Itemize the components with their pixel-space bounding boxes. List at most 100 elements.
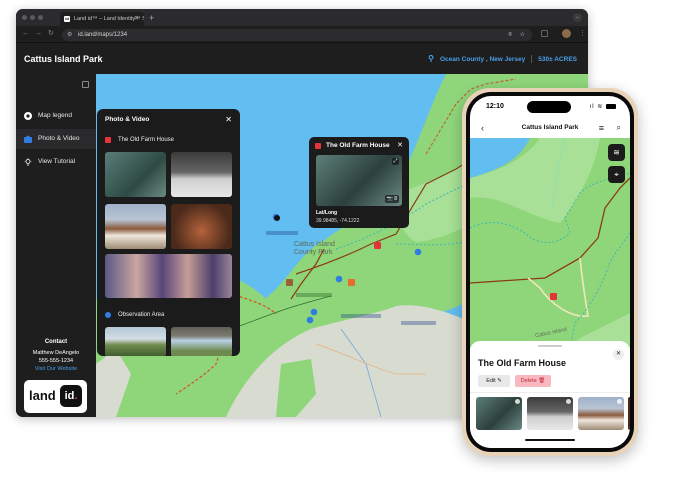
house-icon [105, 137, 111, 143]
close-popup-icon[interactable]: ✕ [397, 140, 403, 152]
website-link[interactable]: Visit Our Website [16, 365, 96, 373]
photo-thumbnail[interactable] [171, 152, 232, 197]
battery-icon [606, 103, 616, 109]
latlong-label: Lat/Long [316, 210, 338, 216]
status-icons: ıl ≋ [590, 103, 616, 110]
delete-button[interactable]: Delete 🗑 [515, 375, 551, 387]
photo-video-panel: Photo & Video ✕ The Old Farm House Obser… [97, 109, 240, 356]
house-icon [315, 143, 321, 149]
view-icon[interactable] [617, 399, 622, 404]
label-box [266, 231, 298, 235]
location-icon[interactable]: ⌾ [508, 29, 512, 41]
panel-title: Photo & Video [105, 116, 150, 123]
camera-icon [105, 312, 111, 318]
photo-thumbnail[interactable] [105, 254, 232, 298]
photo-thumbnail[interactable] [171, 327, 232, 356]
window-maximize-button[interactable] [38, 15, 43, 20]
sheet-grabber[interactable] [538, 345, 562, 347]
edit-button[interactable]: Edit ✎ [478, 375, 510, 387]
sidebar-item-label: Map legend [38, 112, 72, 119]
url-text: id.land/maps/1234 [78, 32, 128, 38]
farmhouse-marker[interactable] [550, 293, 557, 300]
section-label: The Old Farm House [118, 137, 175, 143]
pencil-icon: ✎ [497, 378, 502, 384]
delete-label: Delete [520, 378, 537, 384]
close-panel-icon[interactable]: ✕ [225, 109, 232, 131]
tab-search-button[interactable]: ⌄ [573, 13, 582, 22]
browser-tab[interactable]: id Land id™ – Land Identity™ S ✕ [60, 12, 144, 26]
camera-marker-dark[interactable] [274, 215, 280, 221]
label-box [401, 321, 436, 325]
camera-marker[interactable] [306, 316, 314, 324]
close-sheet-icon[interactable]: ✕ [613, 349, 624, 360]
location-info: ⚲ Ocean County , New Jersey 530± ACRES [428, 44, 577, 75]
reload-button[interactable]: ↻ [48, 29, 54, 39]
profile-avatar[interactable] [562, 29, 571, 38]
photo-thumbnail[interactable] [527, 397, 573, 430]
extensions-icon[interactable] [541, 30, 548, 37]
phone-map[interactable]: Cattus Island ≋ ⌖ [470, 138, 630, 348]
park-name-label: Cattus Island County Park [294, 241, 335, 257]
wifi-button[interactable]: ≋ [608, 144, 625, 161]
contact-phone[interactable]: 555-555-1234 [16, 357, 96, 365]
favicon-icon: id [64, 16, 70, 22]
new-tab-button[interactable]: + [149, 12, 154, 24]
collapse-sidebar-icon[interactable] [82, 81, 89, 88]
contact-heading: Contact [44, 339, 68, 345]
hamburger-menu-icon[interactable]: ≡ [599, 118, 604, 138]
photo-thumbnail[interactable] [578, 397, 624, 430]
photo-thumbnail[interactable] [628, 397, 630, 430]
window-minimize-button[interactable] [30, 15, 35, 20]
status-time: 12:10 [486, 103, 504, 110]
popup-photo[interactable]: ⤢ 📷 8 [316, 155, 402, 206]
address-bar[interactable]: ⚙ id.land/maps/1234 ⌾ ☆ [62, 29, 532, 41]
sidebar-item-photo-video[interactable]: Photo & Video [16, 129, 96, 149]
search-icon[interactable]: ⌕ [617, 118, 621, 138]
label-box [341, 314, 381, 318]
photo-count-badge[interactable]: 📷 8 [384, 195, 399, 203]
farmhouse-marker[interactable] [374, 242, 381, 249]
contact-name: Matthew DeAngelo [32, 350, 80, 356]
forward-button[interactable]: → [35, 29, 42, 39]
latlong-value: 39.98485, -74.1222 [316, 218, 360, 224]
sidebar-item-label: Photo & Video [38, 135, 80, 142]
location-popup: The Old Farm House ✕ ⤢ 📷 8 Lat/Long 39.9… [309, 137, 409, 228]
sheet-title: The Old Farm House [478, 358, 567, 368]
tab-close-icon[interactable]: ✕ [134, 12, 139, 26]
sidebar-item-view-tutorial[interactable]: View Tutorial [16, 152, 96, 172]
bookmark-star-icon[interactable]: ☆ [520, 29, 525, 41]
site-settings-icon[interactable]: ⚙ [67, 29, 72, 41]
home-indicator[interactable] [525, 439, 575, 441]
camera-icon [24, 135, 32, 143]
divider [470, 392, 630, 393]
park-label-line: Cattus Island [294, 241, 335, 248]
photo-thumbnail[interactable] [105, 204, 166, 249]
camera-marker[interactable] [310, 308, 318, 316]
photo-thumbnail[interactable] [476, 397, 522, 430]
view-icon[interactable] [566, 399, 571, 404]
expand-icon[interactable]: ⤢ [392, 158, 399, 165]
view-icon[interactable] [515, 399, 520, 404]
back-button[interactable]: ← [22, 29, 29, 39]
wifi-icon: ≋ [597, 104, 604, 110]
photo-thumbnail[interactable] [105, 152, 166, 197]
bottom-sheet: ✕ The Old Farm House Edit ✎ Delete 🗑 [470, 341, 630, 448]
dynamic-island [527, 101, 571, 113]
stage: id Land id™ – Land Identity™ S ✕ + ⌄ ← →… [0, 0, 688, 504]
window-close-button[interactable] [22, 15, 27, 20]
sidebar-item-map-legend[interactable]: Map legend [16, 106, 96, 126]
camera-marker[interactable] [335, 275, 343, 283]
building-marker[interactable] [348, 279, 355, 286]
phone-map-layer [470, 138, 630, 348]
photo-thumbnail[interactable] [105, 327, 166, 356]
land-id-logo: land id. [24, 380, 87, 413]
phone-mockup: 12:10 ıl ≋ ‹ Cattus Island Park ≡ ⌕ Catt… [462, 88, 638, 456]
photo-thumbnail[interactable] [171, 204, 232, 249]
locate-me-button[interactable]: ⌖ [608, 166, 625, 183]
section-header: The Old Farm House [105, 134, 174, 146]
park-label-line: County Park [294, 249, 333, 256]
browser-menu-icon[interactable]: ⋮ [579, 29, 586, 39]
building-marker[interactable] [286, 279, 293, 286]
signal-icon: ıl [589, 104, 595, 110]
camera-marker[interactable] [414, 248, 422, 256]
